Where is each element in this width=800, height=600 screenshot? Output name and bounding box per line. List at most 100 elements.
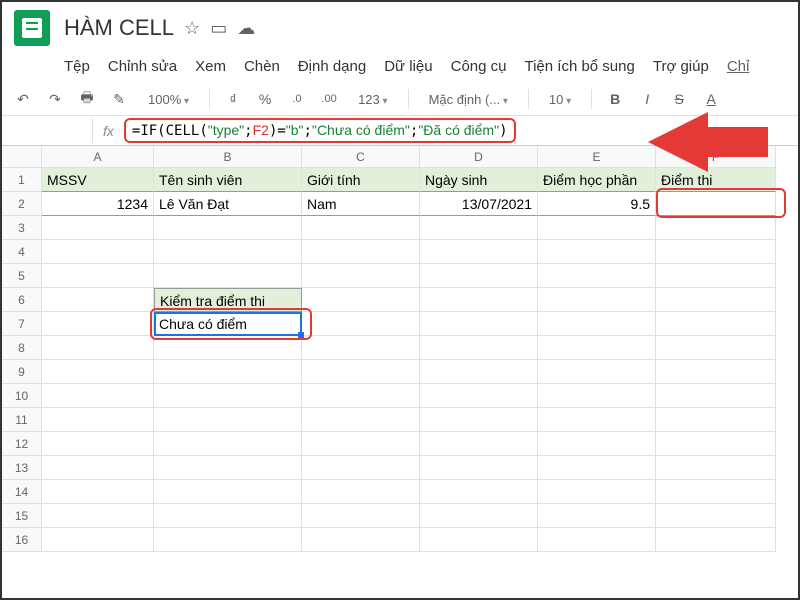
cell[interactable] [302, 432, 420, 456]
menu-last-edit[interactable]: Chỉ [727, 58, 750, 75]
cell[interactable] [42, 336, 154, 360]
cell[interactable] [302, 480, 420, 504]
menu-help[interactable]: Trợ giúp [653, 58, 709, 75]
cell[interactable] [302, 504, 420, 528]
cell[interactable] [154, 432, 302, 456]
cell[interactable] [42, 408, 154, 432]
cell[interactable] [154, 504, 302, 528]
row-header[interactable]: 8 [2, 336, 42, 360]
cell[interactable] [302, 408, 420, 432]
cell[interactable] [154, 408, 302, 432]
cell[interactable] [42, 456, 154, 480]
menu-format[interactable]: Định dạng [298, 58, 366, 75]
cell[interactable] [154, 264, 302, 288]
cloud-icon[interactable]: ☁ [237, 18, 255, 39]
cell[interactable]: MSSV [42, 168, 154, 192]
cell[interactable] [302, 360, 420, 384]
font-dropdown[interactable]: Mặc định (... [423, 90, 514, 109]
cell[interactable] [656, 456, 776, 480]
cell[interactable] [656, 432, 776, 456]
doc-title[interactable]: HÀM CELL [64, 15, 174, 41]
cell[interactable] [420, 216, 538, 240]
print-icon[interactable]: 🖶 [78, 90, 96, 108]
cell[interactable] [420, 360, 538, 384]
cell[interactable] [302, 216, 420, 240]
row-header[interactable]: 7 [2, 312, 42, 336]
cell[interactable] [302, 336, 420, 360]
cell[interactable] [538, 336, 656, 360]
cell[interactable] [656, 528, 776, 552]
cell[interactable] [538, 360, 656, 384]
cell[interactable] [302, 240, 420, 264]
cell[interactable] [538, 240, 656, 264]
col-header-e[interactable]: E [538, 146, 656, 168]
row-header[interactable]: 4 [2, 240, 42, 264]
cell[interactable] [154, 240, 302, 264]
cell[interactable] [42, 504, 154, 528]
cell[interactable] [42, 360, 154, 384]
cell[interactable] [302, 384, 420, 408]
cell[interactable] [302, 528, 420, 552]
col-header-c[interactable]: C [302, 146, 420, 168]
cell[interactable] [302, 456, 420, 480]
cell[interactable] [420, 456, 538, 480]
cell[interactable] [656, 504, 776, 528]
row-header[interactable]: 13 [2, 456, 42, 480]
row-header[interactable]: 5 [2, 264, 42, 288]
currency-icon[interactable]: ₫ [224, 90, 242, 108]
row-header[interactable]: 11 [2, 408, 42, 432]
spreadsheet-grid[interactable]: A B C D E F 1MSSVTên sinh viênGiới tínhN… [2, 146, 798, 552]
cell[interactable] [420, 432, 538, 456]
paint-format-icon[interactable]: ✎ [110, 90, 128, 108]
cell[interactable] [656, 312, 776, 336]
cell[interactable]: 1234 [42, 192, 154, 216]
menu-data[interactable]: Dữ liệu [384, 58, 432, 75]
select-all-corner[interactable] [2, 146, 42, 168]
cell[interactable] [42, 480, 154, 504]
redo-icon[interactable]: ↷ [46, 90, 64, 108]
cell[interactable] [42, 216, 154, 240]
cell[interactable] [42, 432, 154, 456]
cell[interactable] [538, 432, 656, 456]
cell[interactable] [538, 504, 656, 528]
cell[interactable] [538, 528, 656, 552]
cell[interactable] [420, 240, 538, 264]
cell[interactable] [302, 264, 420, 288]
cell[interactable] [302, 312, 420, 336]
cell[interactable]: Tên sinh viên [154, 168, 302, 192]
cell[interactable] [154, 480, 302, 504]
cell[interactable] [538, 384, 656, 408]
cell[interactable]: Kiểm tra điểm thi [154, 288, 302, 312]
cell[interactable] [42, 528, 154, 552]
cell[interactable] [420, 480, 538, 504]
undo-icon[interactable]: ↶ [14, 90, 32, 108]
cell[interactable] [154, 360, 302, 384]
cell[interactable] [420, 336, 538, 360]
percent-icon[interactable]: % [256, 90, 274, 108]
cell[interactable]: 9.5 [538, 192, 656, 216]
cell[interactable] [154, 528, 302, 552]
cell[interactable] [420, 264, 538, 288]
menu-addons[interactable]: Tiện ích bổ sung [524, 58, 634, 75]
cell[interactable] [656, 264, 776, 288]
row-header[interactable]: 14 [2, 480, 42, 504]
strike-icon[interactable]: S [670, 90, 688, 108]
menu-tools[interactable]: Công cụ [451, 58, 507, 75]
cell[interactable]: Chưa có điểm [154, 312, 302, 336]
cell[interactable] [420, 504, 538, 528]
cell[interactable] [154, 216, 302, 240]
cell[interactable]: Lê Văn Đạt [154, 192, 302, 216]
cell[interactable] [420, 312, 538, 336]
row-header[interactable]: 2 [2, 192, 42, 216]
cell[interactable] [656, 336, 776, 360]
cell[interactable] [656, 192, 776, 216]
cell[interactable] [656, 408, 776, 432]
col-header-d[interactable]: D [420, 146, 538, 168]
cell[interactable] [42, 384, 154, 408]
menu-view[interactable]: Xem [195, 58, 226, 75]
row-header[interactable]: 3 [2, 216, 42, 240]
cell[interactable]: Nam [302, 192, 420, 216]
cell[interactable]: Giới tính [302, 168, 420, 192]
row-header[interactable]: 1 [2, 168, 42, 192]
cell[interactable] [538, 480, 656, 504]
